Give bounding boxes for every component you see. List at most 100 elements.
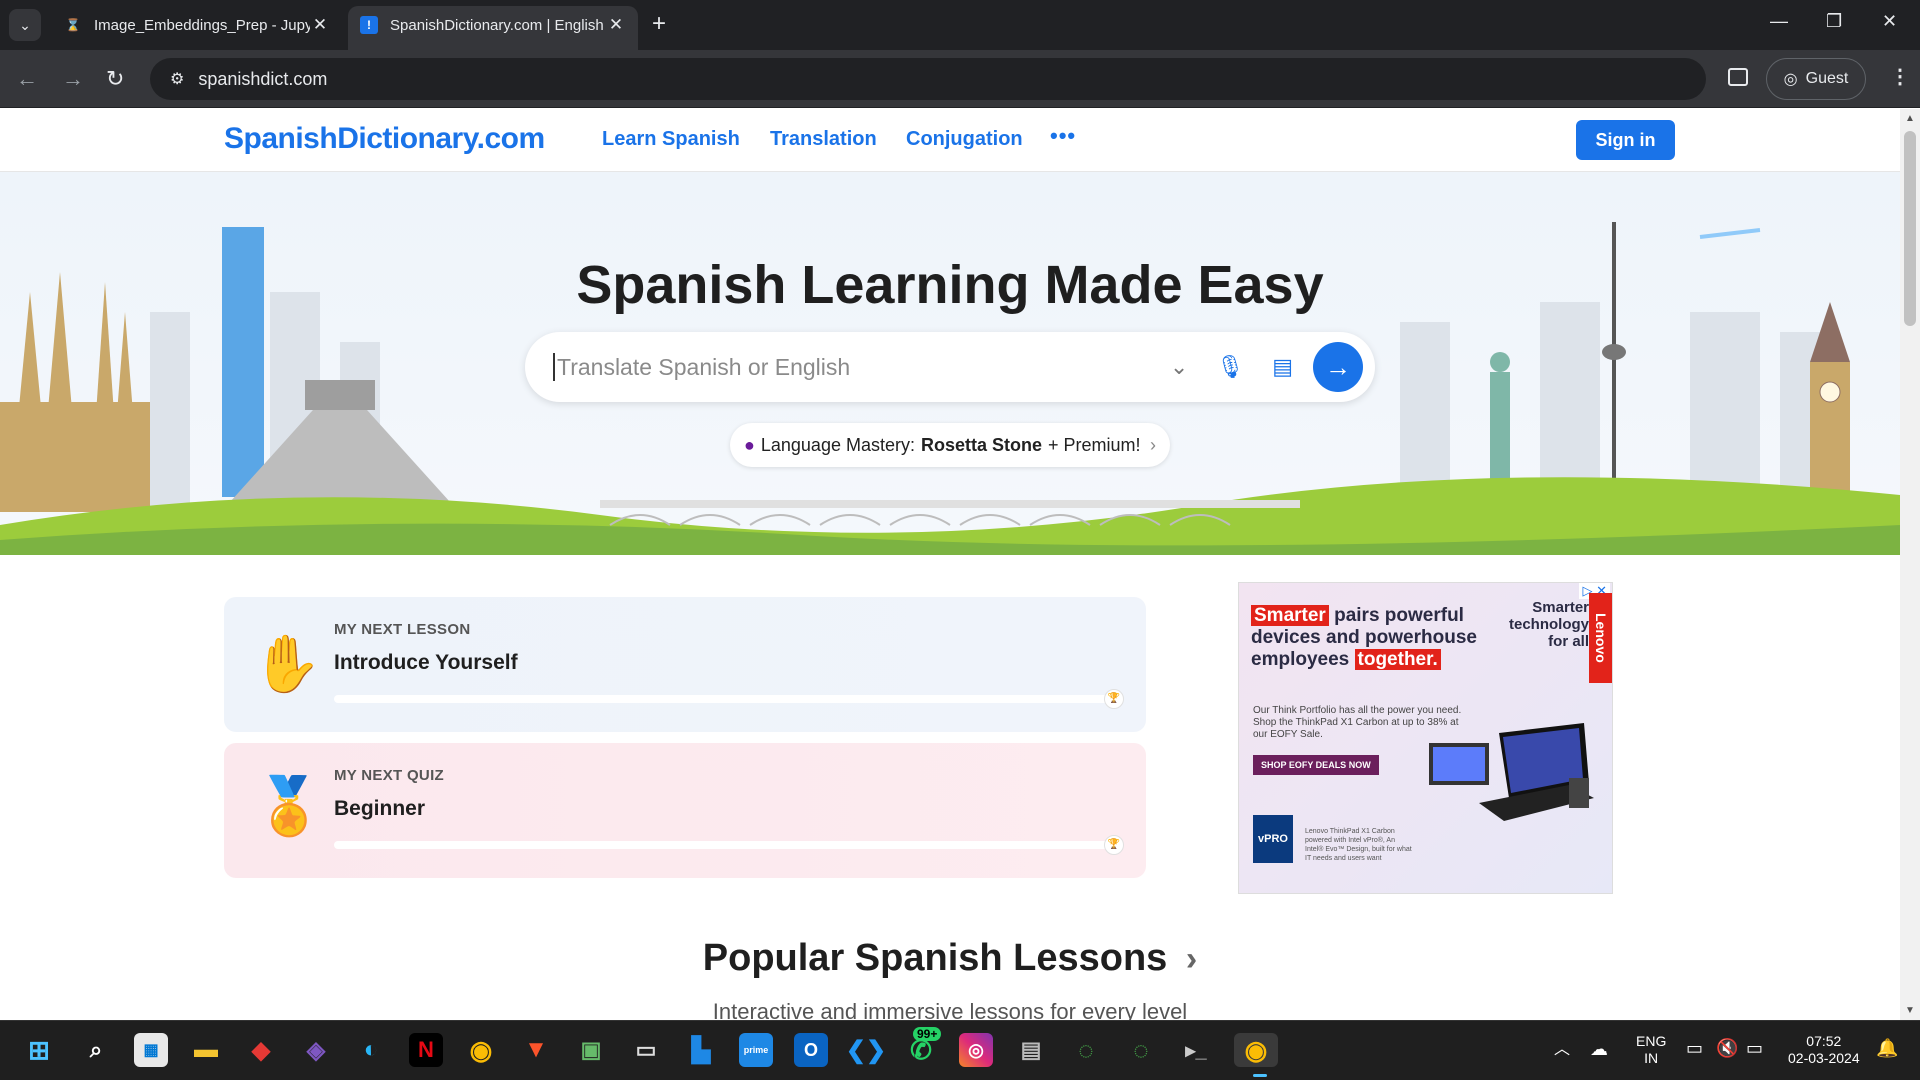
instagram-icon[interactable]: ◎: [959, 1033, 993, 1067]
show-hidden-icons-chevron[interactable]: ︿: [1554, 1041, 1570, 1058]
network-icon[interactable]: ▭: [1686, 1039, 1703, 1057]
scrollbar-thumb[interactable]: [1904, 131, 1916, 326]
reload-icon[interactable]: ↻: [106, 66, 124, 92]
jupyter-hourglass-icon: ⌛: [65, 18, 81, 32]
battery-icon[interactable]: ▭: [1746, 1039, 1763, 1057]
nav-translation[interactable]: Translation: [770, 128, 877, 151]
speech-bubble-icon: ●: [744, 434, 755, 455]
lenovo-logo: Lenovo: [1589, 593, 1612, 683]
close-tab-icon[interactable]: ✕: [606, 15, 626, 35]
browser-menu-icon[interactable]: ⋮: [1890, 64, 1910, 89]
search-placeholder[interactable]: Translate Spanish or English: [557, 354, 1156, 381]
photos-icon[interactable]: ▣: [574, 1033, 608, 1067]
quiz-progress-bar: [334, 841, 1114, 849]
nav-more-icon[interactable]: •••: [1050, 123, 1076, 149]
lesson-label: MY NEXT LESSON: [334, 621, 471, 638]
laptop-devices-image: [1429, 723, 1594, 821]
microphone-icon[interactable]: 🎙: [1216, 354, 1244, 380]
lesson-name: Introduce Yourself: [334, 651, 518, 674]
prime-video-icon[interactable]: prime: [739, 1033, 773, 1067]
translate-submit-button[interactable]: →: [1313, 342, 1363, 392]
file-explorer-icon[interactable]: ▬: [189, 1033, 223, 1067]
edge-icon[interactable]: ◐: [354, 1033, 388, 1067]
next-quiz-card[interactable]: 🏅 MY NEXT QUIZ Beginner 🏆: [224, 743, 1146, 878]
ad-headline: Smarter pairs powerful devices and power…: [1251, 605, 1477, 670]
forward-arrow-icon[interactable]: →: [62, 66, 84, 92]
address-bar[interactable]: ⚙ spanishdict.com: [150, 58, 1706, 100]
hero-section: Spanish Learning Made Easy Translate Spa…: [0, 172, 1900, 555]
site-info-icon[interactable]: ⚙: [170, 69, 184, 89]
promo-prefix: Language Mastery:: [760, 434, 915, 455]
text-cursor: [553, 353, 555, 381]
page-scrollbar[interactable]: ▲ ▼: [1900, 109, 1920, 1020]
clock[interactable]: 07:52 02-03-2024: [1788, 1033, 1860, 1067]
copilot-icon[interactable]: ◈: [299, 1033, 333, 1067]
outlook-icon[interactable]: O: [794, 1033, 828, 1067]
browser-tabbar: ⌄ ⌛ Image_Embeddings_Prep - Jupy ✕ ! Spa…: [0, 0, 1920, 50]
notification-bell-icon[interactable]: 🔔: [1876, 1039, 1898, 1057]
rosetta-promo-button[interactable]: ● Language Mastery: Rosetta Stone + Prem…: [730, 423, 1170, 467]
trophy-icon: 🏆: [1104, 689, 1124, 709]
terminal-icon[interactable]: ▸_: [1179, 1033, 1213, 1067]
hero-title: Spanish Learning Made Easy: [576, 255, 1324, 315]
chrome-active-icon[interactable]: ◉: [1234, 1033, 1278, 1067]
chrome-icon[interactable]: ◉: [464, 1033, 498, 1067]
profile-avatar-icon: ◎: [1783, 71, 1798, 88]
browser-toolbar: ← → ↻ ⚙ spanishdict.com ◎ Guest ⋮: [0, 50, 1920, 108]
anydesk-icon[interactable]: ◆: [244, 1033, 278, 1067]
ad-tagline: Smarter technology for all: [1508, 599, 1589, 650]
site-header: SpanishDictionary.com Learn Spanish Tran…: [0, 109, 1900, 172]
terminal-window-icon[interactable]: ▭: [629, 1033, 663, 1067]
translate-search-box[interactable]: Translate Spanish or English ⌄ 🎙 ▤ →: [525, 332, 1375, 402]
popular-lessons-heading[interactable]: Popular Spanish Lessons ›: [0, 937, 1900, 980]
intel-vpro-badge: vPRO: [1253, 815, 1293, 863]
speaker-muted-icon[interactable]: 🔇: [1716, 1039, 1738, 1057]
minimize-icon[interactable]: —: [1770, 11, 1788, 32]
ad-fine-print: Lenovo ThinkPad X1 Carbon powered with I…: [1305, 828, 1412, 862]
app-window-icon[interactable]: ▤: [1014, 1033, 1048, 1067]
spanishdict-favicon-icon: !: [360, 16, 378, 34]
input-language-indicator[interactable]: ENG IN: [1636, 1033, 1666, 1067]
loading-app-icon[interactable]: ◌: [1124, 1033, 1158, 1067]
chevron-down-icon[interactable]: ⌄: [1170, 354, 1188, 380]
windows-taskbar: ⊞ ⌕ ▦ ▬ ◆ ◈ ◐ N ◉ ▼ ▣ ▭ ▙ prime O ❮❯ ✆ 9…: [0, 1020, 1920, 1080]
document-translate-icon[interactable]: ▤: [1272, 354, 1293, 380]
new-tab-plus-icon[interactable]: +: [652, 10, 666, 38]
quiz-name: Beginner: [334, 797, 426, 820]
chevron-right-icon: ›: [1185, 940, 1198, 978]
brave-icon[interactable]: ▼: [519, 1033, 553, 1067]
tab-search-button[interactable]: ⌄: [9, 9, 41, 41]
profile-button[interactable]: ◎ Guest: [1766, 58, 1866, 100]
sign-in-button[interactable]: Sign in: [1576, 120, 1675, 160]
windows-app-icon[interactable]: ▙: [684, 1033, 718, 1067]
close-tab-icon[interactable]: ✕: [310, 15, 330, 35]
onedrive-cloud-icon[interactable]: ☁: [1590, 1040, 1608, 1058]
windows-start-icon[interactable]: ⊞: [22, 1033, 56, 1067]
medal-icon: 🏅: [254, 774, 324, 837]
promo-brand: Rosetta Stone: [920, 434, 1043, 455]
search-icon[interactable]: ⌕: [79, 1033, 113, 1067]
site-logo[interactable]: SpanishDictionary.com: [224, 122, 545, 156]
scroll-up-icon[interactable]: ▲: [1905, 113, 1915, 124]
lesson-progress-bar: [334, 695, 1114, 703]
loading-app-icon[interactable]: ◌: [1069, 1033, 1103, 1067]
scroll-down-icon[interactable]: ▼: [1905, 1005, 1915, 1016]
restore-icon[interactable]: ❐: [1826, 11, 1842, 32]
trophy-icon: 🏆: [1104, 835, 1124, 855]
quiz-label: MY NEXT QUIZ: [334, 767, 444, 784]
side-panel-icon[interactable]: [1728, 68, 1748, 86]
microsoft-store-icon[interactable]: ▦: [134, 1033, 168, 1067]
browser-tab-jupyter[interactable]: ⌛ Image_Embeddings_Prep - Jupy ✕: [52, 6, 342, 44]
nav-conjugation[interactable]: Conjugation: [906, 128, 1023, 151]
lenovo-advertisement[interactable]: ▷ ✕ Smarter pairs powerful devices and p…: [1238, 582, 1613, 894]
back-arrow-icon[interactable]: ←: [16, 66, 38, 92]
web-page: SpanishDictionary.com Learn Spanish Tran…: [0, 109, 1900, 1020]
netflix-icon[interactable]: N: [409, 1033, 443, 1067]
browser-tab-spanishdict[interactable]: ! SpanishDictionary.com | English ✕: [348, 6, 638, 50]
close-window-icon[interactable]: ✕: [1882, 11, 1897, 32]
ad-cta-button[interactable]: SHOP EOFY DEALS NOW: [1253, 755, 1379, 775]
chevron-right-icon: ›: [1150, 434, 1156, 455]
next-lesson-card[interactable]: ✋ MY NEXT LESSON Introduce Yourself 🏆: [224, 597, 1146, 732]
nav-learn-spanish[interactable]: Learn Spanish: [602, 128, 740, 151]
vscode-icon[interactable]: ❮❯: [846, 1033, 886, 1067]
